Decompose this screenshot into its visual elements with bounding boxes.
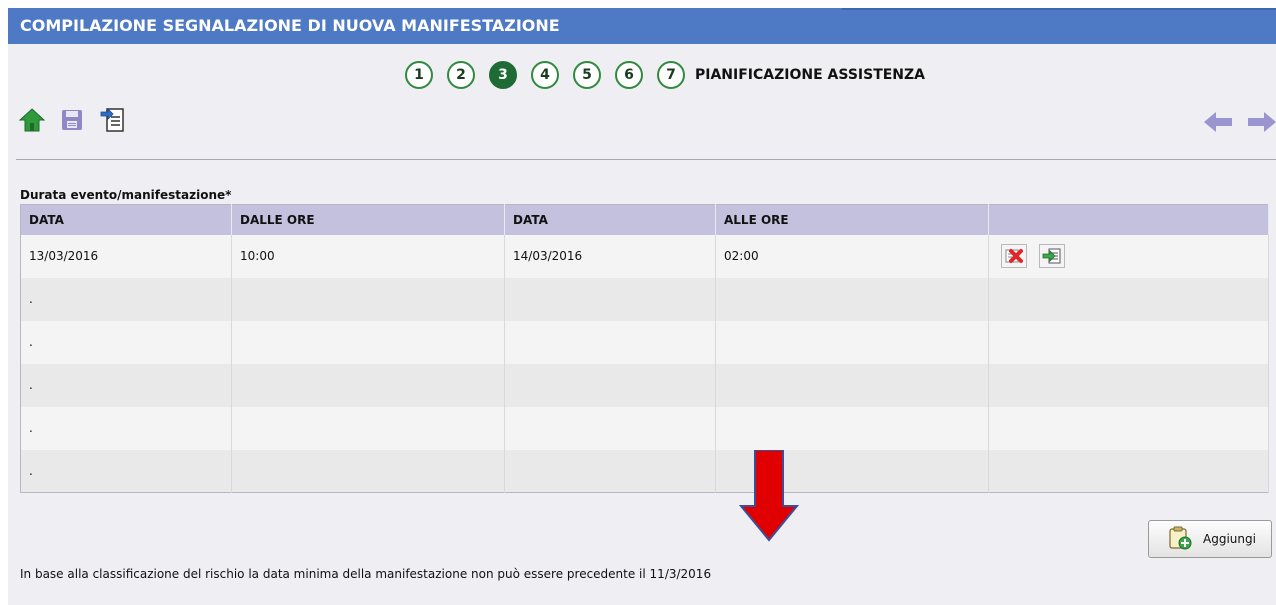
cell-start-date: .: [20, 320, 232, 364]
duration-section-label: Durata evento/manifestazione*: [20, 188, 232, 202]
minimum-date-notice: In base alla classificazione del rischio…: [20, 567, 712, 581]
add-button-label: Aggiungi: [1203, 532, 1256, 546]
table-row[interactable]: .: [20, 406, 1269, 450]
cell-end-date: [504, 363, 716, 407]
table-row[interactable]: .: [20, 277, 1269, 321]
cell-actions: [988, 363, 1269, 407]
table-row[interactable]: 13/03/2016 10:00 14/03/2016 02:00: [20, 234, 1269, 278]
toolbar-divider: [16, 159, 1276, 160]
annotation-arrow-down-icon: [738, 449, 800, 545]
window-title-bar: COMPILAZIONE SEGNALAZIONE DI NUOVA MANIF…: [8, 8, 1276, 44]
record-navigation: [1204, 108, 1276, 136]
cell-end-time: [715, 363, 989, 407]
cell-start-date: .: [20, 406, 232, 450]
cell-start-time: [231, 320, 505, 364]
step-1[interactable]: 1: [405, 61, 433, 89]
add-icon: [1167, 525, 1193, 554]
table-header-row: DATA DALLE ORE DATA ALLE ORE: [20, 204, 1269, 235]
cell-end-date: [504, 320, 716, 364]
cell-start-date: 13/03/2016: [20, 234, 232, 278]
form-panel: COMPILAZIONE SEGNALAZIONE DI NUOVA MANIF…: [8, 8, 1276, 605]
table-row[interactable]: .: [20, 449, 1269, 493]
cell-actions: [988, 234, 1269, 278]
window-title: COMPILAZIONE SEGNALAZIONE DI NUOVA MANIF…: [20, 16, 560, 35]
cell-end-date: [504, 449, 716, 493]
cell-start-date: .: [20, 277, 232, 321]
cell-end-date: [504, 406, 716, 450]
step-7[interactable]: 7: [657, 61, 685, 89]
col-header-start-time[interactable]: DALLE ORE: [231, 204, 505, 235]
col-header-start-date[interactable]: DATA: [20, 204, 232, 235]
delete-icon[interactable]: [1001, 244, 1027, 268]
cell-end-time: [715, 406, 989, 450]
cell-start-date: .: [20, 363, 232, 407]
toolbar: [18, 106, 126, 134]
arrow-left-icon[interactable]: [1204, 108, 1232, 136]
step-3-active[interactable]: 3: [489, 61, 517, 89]
cell-start-date: .: [20, 449, 232, 493]
step-5[interactable]: 5: [573, 61, 601, 89]
cell-start-time: [231, 449, 505, 493]
wizard-steps: 1 2 3 4 5 6 7 PIANIFICAZIONE ASSISTENZA: [405, 60, 925, 90]
cell-start-time: [231, 277, 505, 321]
duration-table: DATA DALLE ORE DATA ALLE ORE 13/03/2016 …: [20, 204, 1269, 493]
add-button[interactable]: Aggiungi: [1148, 520, 1272, 558]
cell-actions: [988, 320, 1269, 364]
cell-start-time: 10:00: [231, 234, 505, 278]
col-header-actions: [988, 204, 1269, 235]
cell-end-date: 14/03/2016: [504, 234, 716, 278]
cell-actions: [988, 277, 1269, 321]
table-row[interactable]: .: [20, 363, 1269, 407]
title-bar-edge: [842, 8, 1276, 10]
col-header-end-date[interactable]: DATA: [504, 204, 716, 235]
edit-icon[interactable]: [1039, 244, 1065, 268]
cell-actions: [988, 449, 1269, 493]
cell-end-date: [504, 277, 716, 321]
step-2[interactable]: 2: [447, 61, 475, 89]
cell-end-time: [715, 320, 989, 364]
cell-end-time: [715, 277, 989, 321]
cell-start-time: [231, 406, 505, 450]
save-icon[interactable]: [58, 106, 86, 134]
table-row[interactable]: .: [20, 320, 1269, 364]
cell-start-time: [231, 363, 505, 407]
step-4[interactable]: 4: [531, 61, 559, 89]
export-icon[interactable]: [98, 106, 126, 134]
current-step-label: PIANIFICAZIONE ASSISTENZA: [695, 67, 926, 83]
cell-end-time: 02:00: [715, 234, 989, 278]
col-header-end-time[interactable]: ALLE ORE: [715, 204, 989, 235]
step-6[interactable]: 6: [615, 61, 643, 89]
home-icon[interactable]: [18, 106, 46, 134]
arrow-right-icon[interactable]: [1248, 108, 1276, 136]
cell-actions: [988, 406, 1269, 450]
